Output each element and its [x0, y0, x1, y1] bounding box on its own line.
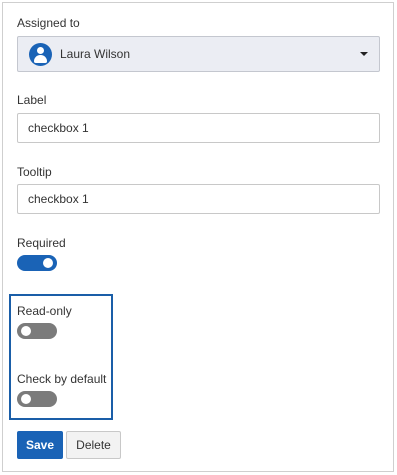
- check-by-default-toggle[interactable]: [17, 391, 57, 407]
- delete-button[interactable]: Delete: [66, 431, 121, 459]
- label-field-label: Label: [17, 93, 47, 107]
- read-only-label: Read-only: [17, 304, 72, 318]
- caret-down-icon: [360, 52, 368, 56]
- tooltip-input[interactable]: [17, 184, 380, 214]
- toggle-knob: [43, 258, 53, 268]
- assigned-to-value: Laura Wilson: [60, 47, 131, 61]
- required-label: Required: [17, 236, 66, 250]
- check-by-default-label: Check by default: [17, 372, 107, 386]
- required-toggle[interactable]: [17, 255, 57, 271]
- label-input[interactable]: [17, 113, 380, 143]
- toggle-knob: [21, 326, 31, 336]
- user-avatar-icon: [29, 43, 52, 66]
- toggle-knob: [21, 394, 31, 404]
- read-only-toggle[interactable]: [17, 323, 57, 339]
- tooltip-field-label: Tooltip: [17, 165, 52, 179]
- assigned-to-dropdown[interactable]: Laura Wilson: [17, 36, 380, 72]
- save-button[interactable]: Save: [17, 431, 63, 459]
- assigned-to-label: Assigned to: [17, 16, 80, 30]
